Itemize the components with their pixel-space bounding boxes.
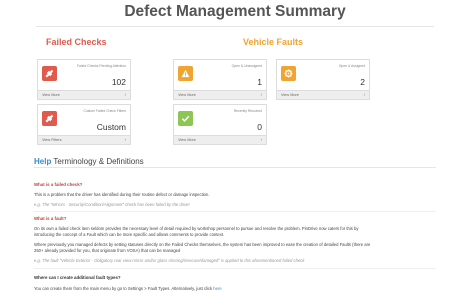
wrench-icon [42, 66, 57, 81]
chevron-right-icon: › [124, 137, 127, 142]
page-title: Defect Management Summary [124, 3, 346, 20]
recently-resolved-card: Recently Resolved 0 [173, 104, 267, 136]
open-assigned-card: Open & Assigned 2 [276, 59, 370, 91]
warning-icon [178, 66, 193, 81]
card-value: 1 [257, 77, 262, 87]
answer-text-main: You can create them from the main menu b… [34, 286, 213, 291]
open-unassigned-card: Open & Unassigned 1 [173, 59, 267, 91]
card-value: 0 [257, 122, 262, 132]
view-more-label: View More [178, 137, 196, 142]
card-label: Recently Resolved [233, 109, 262, 113]
question-fault: What is a fault? [34, 216, 67, 221]
example-text: e.g. The "Mirrors - Security/Condition/A… [34, 202, 190, 207]
view-more-label: View More [178, 92, 196, 97]
answer-text: You can create them from the main menu b… [34, 286, 222, 291]
view-more-label: View More [42, 92, 60, 97]
view-more-link[interactable]: View More › [276, 91, 370, 100]
divider [34, 167, 436, 168]
answer-text: On its own a failed check item seldom pr… [34, 226, 359, 231]
help-heading: Help Terminology & Definitions [34, 157, 144, 166]
check-icon [178, 111, 193, 126]
answer-text: 250+ already provided for you, that orig… [34, 248, 181, 253]
divider [34, 211, 436, 212]
view-more-label: View More [281, 92, 299, 97]
answer-text: Where previously you managed defects by … [34, 242, 371, 247]
chevron-right-icon: › [124, 92, 127, 97]
chevron-right-icon: › [363, 92, 366, 97]
card-label: Failed Checks Pending Attention [76, 64, 126, 68]
divider [36, 26, 434, 27]
card-label: Open & Unassigned [231, 64, 262, 68]
vehicle-faults-heading: Vehicle Faults [243, 37, 304, 47]
question-fault-types: Where can I create additional fault type… [34, 275, 121, 280]
view-more-link[interactable]: View More › [37, 91, 131, 100]
custom-filters-card: Custom Failed Check Filters Custom [37, 104, 131, 136]
answer-text: This is a problem that the driver has id… [34, 192, 210, 197]
help-subtitle: Terminology & Definitions [53, 157, 144, 166]
example-text: e.g. The fault "Vehicle Exterior - Oblig… [34, 258, 305, 263]
card-value: 102 [111, 77, 126, 87]
view-filters-label: View Filters [42, 137, 62, 142]
here-link[interactable]: here [213, 286, 221, 291]
answer-text: introducing the concept of a Fault which… [34, 232, 225, 237]
view-more-link[interactable]: View More › [173, 136, 267, 145]
card-value: Custom [96, 122, 126, 132]
chevron-right-icon: › [260, 137, 263, 142]
chevron-right-icon: › [260, 92, 263, 97]
wrench-icon [42, 111, 57, 126]
help-title: Help [34, 157, 52, 166]
card-label: Custom Failed Check Filters [83, 109, 126, 113]
failed-checks-pending-card: Failed Checks Pending Attention 102 [37, 59, 131, 91]
card-label: Open & Assigned [338, 64, 365, 68]
card-value: 2 [360, 77, 365, 87]
view-filters-link[interactable]: View Filters › [37, 136, 131, 145]
question-failed-check: What is a failed check? [34, 182, 83, 187]
view-more-link[interactable]: View More › [173, 91, 267, 100]
failed-checks-heading: Failed Checks [46, 37, 107, 47]
divider [34, 268, 436, 269]
gear-icon [281, 66, 296, 81]
